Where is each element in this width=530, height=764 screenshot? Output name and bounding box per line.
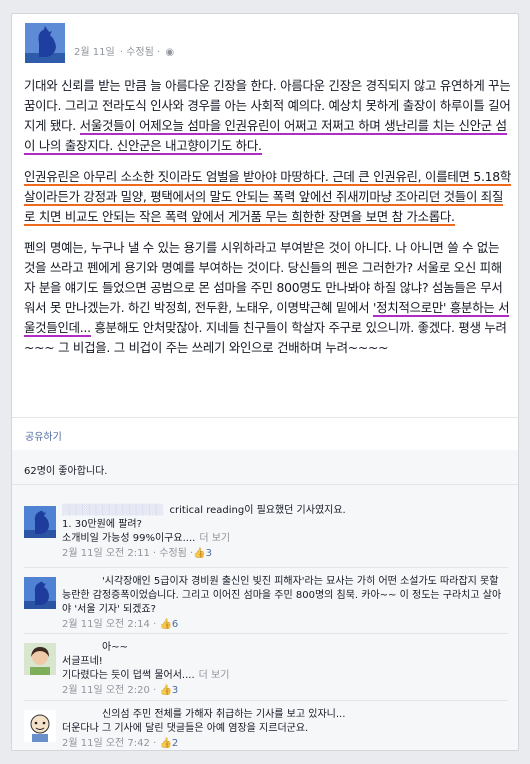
commenter-name[interactable]: ▒▒▒▒▒▒▒▒▒▒▒▒▒▒▒ [62, 505, 163, 516]
comment-body: 아~~ 서글프네! 기다렸다는 듯이 덥썩 물어서.... 더 보기 2월 11일 오전… [62, 641, 510, 698]
see-more-link[interactable]: 더 보기 [199, 670, 230, 681]
comment-line-text: 서글프네! [62, 656, 103, 667]
comment-first-line: 아~~ [62, 641, 510, 655]
comment-body: 신의섬 주민 전체를 가해자 취급하는 기사를 보고 있자니... 더운다나 그 … [62, 708, 510, 751]
comment-body: ▒▒▒▒▒▒▒▒▒▒▒▒▒▒▒ critical reading이 필요했던 기… [62, 504, 510, 561]
likes-count[interactable]: 62명이 좋아합니다. [24, 462, 107, 477]
separator: · [149, 685, 160, 696]
highlighted-text: 서울것들이 어제오늘 섬마을 인권유린이 어쩌고 저쩌고 하며 생난리를 치는 … [24, 118, 507, 155]
comment-meta: 2월 11일 오전 2:14 · 👍6 [62, 618, 510, 632]
globe-icon: ◉ [165, 47, 175, 58]
comment-meta: 2월 11일 오전 2:11 · 수정됨 ·👍3 [62, 547, 510, 561]
author-avatar[interactable] [25, 23, 65, 63]
comment-line: 더운다나 그 기사에 달린 댓글들은 아예 염장을 지르더군요. [62, 722, 510, 736]
comment-text: '시각장애인 5급이자 경비원 출신인 빚진 피해자'라는 묘사는 가히 어떤 … [62, 576, 502, 615]
comment-line-text: 기다렸다는 듯이 덥썩 물어서.... [62, 670, 195, 681]
like-thumb-icon[interactable]: 👍 [159, 618, 171, 632]
separator: · [149, 619, 160, 630]
comment-line-text: 더운다나 그 기사에 달린 댓글들은 아예 염장을 지르더군요. [62, 723, 309, 734]
highlighted-text: 인권유린은 아무리 소소한 짓이라도 엄벌을 받아야 마땅하다. 근데 큰 인권… [24, 169, 512, 226]
comment-meta: 2월 11일 오전 2:20 · 👍3 [62, 684, 510, 698]
commenter-avatar[interactable] [24, 577, 56, 609]
comment-edited-label[interactable]: · 수정됨 · [153, 548, 193, 559]
post-edited-label[interactable]: · 수정됨 · [120, 47, 160, 58]
comment-first-line: '시각장애인 5급이자 경비원 출신인 빚진 피해자'라는 묘사는 가히 어떤 … [62, 575, 510, 617]
comment-first-line: 신의섬 주민 전체를 가해자 취급하는 기사를 보고 있자니... [62, 708, 510, 722]
comment-time[interactable]: 2월 11일 오전 2:20 [62, 685, 150, 696]
comment-divider [24, 567, 508, 568]
post-paragraph: 인권유린은 아무리 소소한 짓이라도 엄벌을 받아야 마땅하다. 근데 큰 인권… [24, 167, 512, 227]
comment-text: 신의섬 주민 전체를 가해자 취급하는 기사를 보고 있자니... [102, 709, 346, 720]
commenter-avatar[interactable] [24, 643, 56, 675]
blue-rooster-icon [25, 23, 65, 63]
comment-divider [24, 633, 508, 634]
comment-like-count[interactable]: 3 [172, 685, 178, 696]
commenter-avatar[interactable] [24, 710, 56, 742]
post-meta: 2월 11일 · 수정됨 · ◉ [74, 43, 176, 58]
separator: · [149, 738, 160, 749]
commenter-avatar[interactable] [24, 506, 56, 538]
divider [12, 417, 518, 418]
comment-time[interactable]: 2월 11일 오전 2:11 [62, 548, 150, 559]
comment-time[interactable]: 2월 11일 오전 2:14 [62, 619, 150, 630]
comment-line-text: 1. 30만원에 팔려? [62, 519, 142, 530]
comment-line: 1. 30만원에 팔려? [62, 518, 510, 532]
comment-line: 서글프네! [62, 655, 510, 669]
comment-like-count[interactable]: 6 [172, 619, 178, 630]
comment-line: 기다렸다는 듯이 덥썩 물어서.... 더 보기 [62, 669, 510, 683]
divider [12, 484, 518, 485]
post-date[interactable]: 2월 11일 [74, 47, 115, 58]
like-thumb-icon[interactable]: 👍 [193, 547, 205, 561]
post-text-segment: 흥분해도 안처맞잖아. 지네들 친구들이 학살자 주구로 있으니까. 좋겠다. … [24, 320, 507, 355]
post-paragraph: 기대와 신뢰를 받는 만큼 늘 아름다운 긴장을 한다. 아름다운 긴장은 경직… [24, 76, 512, 156]
comment-text: 아~~ [102, 642, 128, 653]
comment-like-count[interactable]: 3 [206, 548, 212, 559]
see-more-link[interactable]: 더 보기 [199, 533, 230, 544]
share-link[interactable]: 공유하기 [25, 428, 62, 443]
comment-text: critical reading이 필요했던 기사였지요. [166, 505, 346, 516]
comment-divider [24, 700, 508, 701]
post-text: 기대와 신뢰를 받는 만큼 늘 아름다운 긴장을 한다. 아름다운 긴장은 경직… [24, 76, 512, 369]
comment-meta: 2월 11일 오전 7:42 · 👍2 [62, 737, 510, 751]
comment-line-text: 소개비일 가능성 99%이구요.... [62, 533, 196, 544]
like-thumb-icon[interactable]: 👍 [159, 684, 171, 698]
comment-like-count[interactable]: 2 [172, 738, 178, 749]
comment-first-line: ▒▒▒▒▒▒▒▒▒▒▒▒▒▒▒ critical reading이 필요했던 기… [62, 504, 510, 518]
post-card: 2월 11일 · 수정됨 · ◉ 기대와 신뢰를 받는 만큼 늘 아름다운 긴장… [11, 13, 519, 751]
like-thumb-icon[interactable]: 👍 [159, 737, 171, 751]
comment-time[interactable]: 2월 11일 오전 7:42 [62, 738, 150, 749]
comment-line: 소개비일 가능성 99%이구요.... 더 보기 [62, 532, 510, 546]
post-paragraph: 펜의 명예는, 누구나 낼 수 있는 용기를 시위하라고 부여받은 것이 아니다… [24, 238, 512, 358]
comment-body: '시각장애인 5급이자 경비원 출신인 빚진 피해자'라는 묘사는 가히 어떤 … [62, 575, 510, 632]
